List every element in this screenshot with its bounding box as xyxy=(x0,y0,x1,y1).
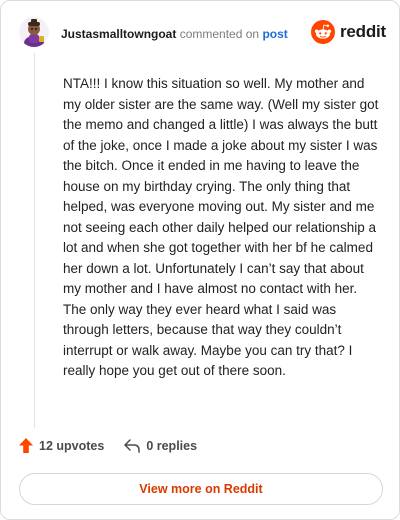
reddit-logo[interactable]: reddit xyxy=(311,20,386,44)
reply-button[interactable]: 0 replies xyxy=(124,439,197,453)
comment-header: Justasmalltowngoat commented on post xyxy=(61,27,288,41)
reddit-wordmark: reddit xyxy=(340,22,387,41)
upvote-arrow-icon xyxy=(19,438,33,453)
reddit-snoo-icon xyxy=(311,20,335,44)
reply-arrow-icon xyxy=(124,438,141,453)
view-more-button[interactable]: View more on Reddit xyxy=(19,473,383,505)
post-link[interactable]: post xyxy=(262,27,287,41)
comment-card: Justasmalltowngoat commented on post red… xyxy=(0,0,400,520)
comment-body: NTA!!! I know this situation so well. My… xyxy=(63,76,379,378)
upvote-count: 12 upvotes xyxy=(39,438,105,453)
upvote-button[interactable]: 12 upvotes xyxy=(19,438,104,453)
thread-line xyxy=(34,53,35,428)
comment-actions: 12 upvotes 0 replies xyxy=(19,438,197,453)
username-link[interactable]: Justasmalltowngoat xyxy=(61,27,176,41)
reply-count: 0 replies xyxy=(146,438,198,453)
goat-avatar-icon[interactable] xyxy=(19,17,49,47)
commented-on-text: commented on xyxy=(179,27,260,41)
